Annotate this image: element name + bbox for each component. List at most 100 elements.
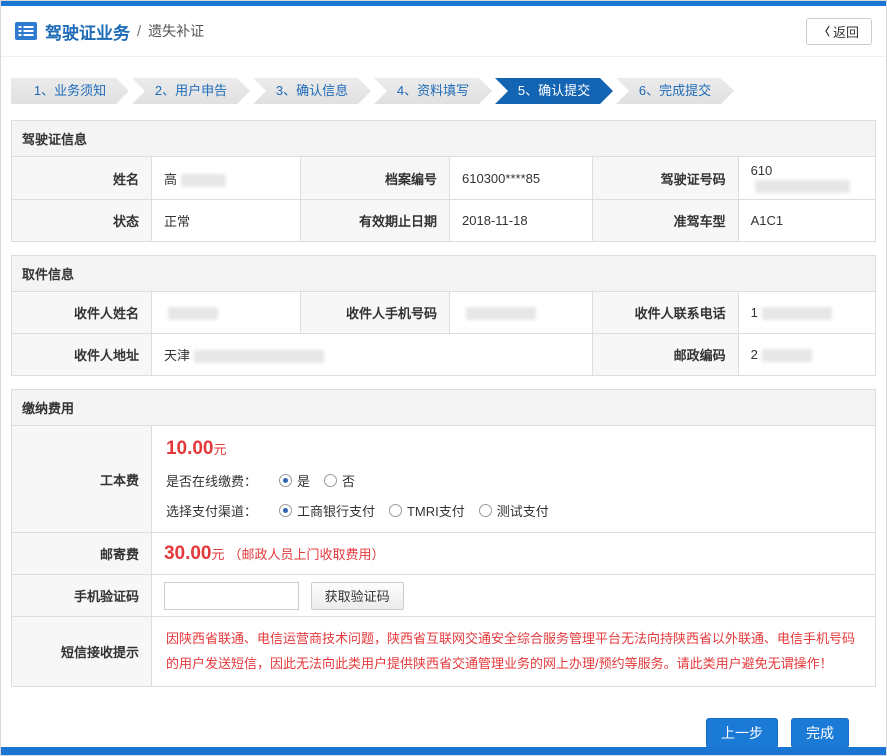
mail-fee-amount: 30.00: [164, 543, 212, 564]
step-tab-label: 5、确认提交: [518, 83, 590, 98]
table-row: 状态 正常 有效期止日期 2018-11-18 准驾车型 A1C1: [12, 200, 876, 242]
table-row: 短信接收提示 因陕西省联通、电信运营商技术问题，陕西省互联网交通安全综合服务管理…: [12, 617, 876, 687]
step-tab-3[interactable]: 3、确认信息: [253, 78, 371, 104]
mail-fee-label: 邮寄费: [12, 533, 152, 575]
mail-fee-cell: 30.00元（邮政人员上门收取费用）: [151, 533, 875, 575]
breadcrumb-current: 遗失补证: [148, 21, 204, 41]
recipient-mobile-label: 收件人手机号码: [300, 292, 449, 334]
channel-tmri-radio[interactable]: [389, 504, 402, 517]
license-number-label: 驾驶证号码: [592, 157, 738, 200]
production-fee-cell: 10.00元 是否在线缴费： 是 否 选择支付渠道： 工商银行支付: [151, 426, 875, 533]
postcode-label: 邮政编码: [592, 334, 738, 376]
step-tab-label: 3、确认信息: [276, 83, 348, 98]
expiry-label: 有效期止日期: [300, 200, 449, 242]
bottom-accent-bar: [1, 747, 886, 755]
sms-notice-cell: 因陕西省联通、电信运营商技术问题，陕西省互联网交通安全综合服务管理平台无法向持陕…: [151, 617, 875, 687]
postcode-value: 2: [738, 334, 875, 376]
channel-icbc-radio[interactable]: [279, 504, 292, 517]
channel-test-label[interactable]: 测试支付: [497, 501, 549, 520]
table-row: 收件人地址 天津 邮政编码 2: [12, 334, 876, 376]
vehicle-type-value: A1C1: [738, 200, 875, 242]
online-pay-no-label[interactable]: 否: [342, 471, 355, 490]
previous-step-button[interactable]: 上一步: [706, 718, 778, 748]
status-value: 正常: [151, 200, 300, 242]
step-nav: 1、业务须知 2、用户申告 3、确认信息 4、资料填写 5、确认提交 6、完成提…: [1, 57, 886, 120]
section-pickup-info: 取件信息 收件人姓名 收件人手机号码 收件人联系电话 1 收件人地址 天津 邮政…: [11, 255, 876, 376]
chevron-left-icon: 〈: [819, 23, 830, 39]
breadcrumb-separator: /: [137, 23, 141, 40]
recipient-mobile-value: [450, 292, 593, 334]
table-row: 姓名 高 档案编号 610300****85 驾驶证号码 610: [12, 157, 876, 200]
sms-notice-text: 因陕西省联通、电信运营商技术问题，陕西省互联网交通安全综合服务管理平台无法向持陕…: [164, 623, 863, 680]
production-fee-amount: 10.00元: [166, 438, 861, 460]
step-tab-label: 4、资料填写: [397, 83, 469, 98]
section-fees: 缴纳费用 工本费 10.00元 是否在线缴费： 是 否: [11, 389, 876, 687]
online-pay-yes-radio[interactable]: [279, 474, 292, 487]
expiry-value: 2018-11-18: [450, 200, 593, 242]
pay-channel-row: 选择支付渠道： 工商银行支付 TMRI支付 测试支付: [166, 501, 861, 520]
pay-channel-question: 选择支付渠道：: [166, 501, 257, 520]
license-info-table: 姓名 高 档案编号 610300****85 驾驶证号码 610 状态 正常 有…: [11, 156, 876, 242]
finish-button[interactable]: 完成: [791, 718, 849, 748]
channel-tmri-label[interactable]: TMRI支付: [407, 501, 465, 520]
table-row: 工本费 10.00元 是否在线缴费： 是 否 选择支付渠道：: [12, 426, 876, 533]
get-code-button[interactable]: 获取验证码: [311, 582, 404, 610]
main-content: 驾驶证信息 姓名 高 档案编号 610300****85 驾驶证号码 610 状…: [1, 120, 886, 748]
channel-icbc-label[interactable]: 工商银行支付: [297, 501, 375, 520]
redacted-value: [762, 349, 812, 362]
recipient-phone-label: 收件人联系电话: [592, 292, 738, 334]
sms-code-input[interactable]: [164, 582, 299, 610]
section-title-pickup: 取件信息: [11, 255, 876, 292]
pickup-info-table: 收件人姓名 收件人手机号码 收件人联系电话 1 收件人地址 天津 邮政编码 2: [11, 291, 876, 376]
step-tab-label: 6、完成提交: [639, 83, 711, 98]
sms-code-cell: 获取验证码: [151, 575, 875, 617]
recipient-address-value: 天津: [151, 334, 592, 376]
redacted-value: [181, 174, 226, 187]
recipient-address-label: 收件人地址: [12, 334, 152, 376]
page-title: 驾驶证业务: [45, 19, 130, 44]
sms-notice-label: 短信接收提示: [12, 617, 152, 687]
back-button[interactable]: 〈 返回: [806, 18, 872, 45]
license-business-icon: [15, 22, 37, 40]
redacted-value: [168, 307, 218, 320]
step-tab-1[interactable]: 1、业务须知: [11, 78, 129, 104]
step-tab-label: 1、业务须知: [34, 83, 106, 98]
recipient-name-value: [151, 292, 300, 334]
table-row: 手机验证码 获取验证码: [12, 575, 876, 617]
redacted-value: [755, 180, 850, 193]
back-button-label: 返回: [833, 22, 859, 41]
recipient-phone-value: 1: [738, 292, 875, 334]
vehicle-type-label: 准驾车型: [592, 200, 738, 242]
file-number-label: 档案编号: [300, 157, 449, 200]
step-tab-label: 2、用户申告: [155, 83, 227, 98]
page-header: 驾驶证业务 / 遗失补证 〈 返回: [1, 6, 886, 57]
online-pay-yes-label[interactable]: 是: [297, 471, 310, 490]
redacted-value: [194, 350, 324, 363]
section-title-fees: 缴纳费用: [11, 389, 876, 426]
mail-fee-note: （邮政人员上门收取费用）: [229, 547, 385, 562]
redacted-value: [466, 307, 536, 320]
production-fee-label: 工本费: [12, 426, 152, 533]
step-tab-4[interactable]: 4、资料填写: [374, 78, 492, 104]
step-tab-2[interactable]: 2、用户申告: [132, 78, 250, 104]
redacted-value: [762, 307, 832, 320]
step-tab-6[interactable]: 6、完成提交: [616, 78, 734, 104]
name-label: 姓名: [12, 157, 152, 200]
name-value: 高: [151, 157, 300, 200]
table-row: 邮寄费 30.00元（邮政人员上门收取费用）: [12, 533, 876, 575]
sms-code-label: 手机验证码: [12, 575, 152, 617]
file-number-value: 610300****85: [450, 157, 593, 200]
step-tab-5-active[interactable]: 5、确认提交: [495, 78, 613, 104]
footer-actions: 上一步 完成: [11, 700, 876, 748]
fees-table: 工本费 10.00元 是否在线缴费： 是 否 选择支付渠道：: [11, 425, 876, 687]
online-pay-no-radio[interactable]: [324, 474, 337, 487]
section-license-info: 驾驶证信息 姓名 高 档案编号 610300****85 驾驶证号码 610 状…: [11, 120, 876, 242]
status-label: 状态: [12, 200, 152, 242]
table-row: 收件人姓名 收件人手机号码 收件人联系电话 1: [12, 292, 876, 334]
section-title-license: 驾驶证信息: [11, 120, 876, 157]
online-pay-row: 是否在线缴费： 是 否: [166, 471, 861, 490]
recipient-name-label: 收件人姓名: [12, 292, 152, 334]
online-pay-question: 是否在线缴费：: [166, 471, 257, 490]
channel-test-radio[interactable]: [479, 504, 492, 517]
license-number-value: 610: [738, 157, 875, 200]
